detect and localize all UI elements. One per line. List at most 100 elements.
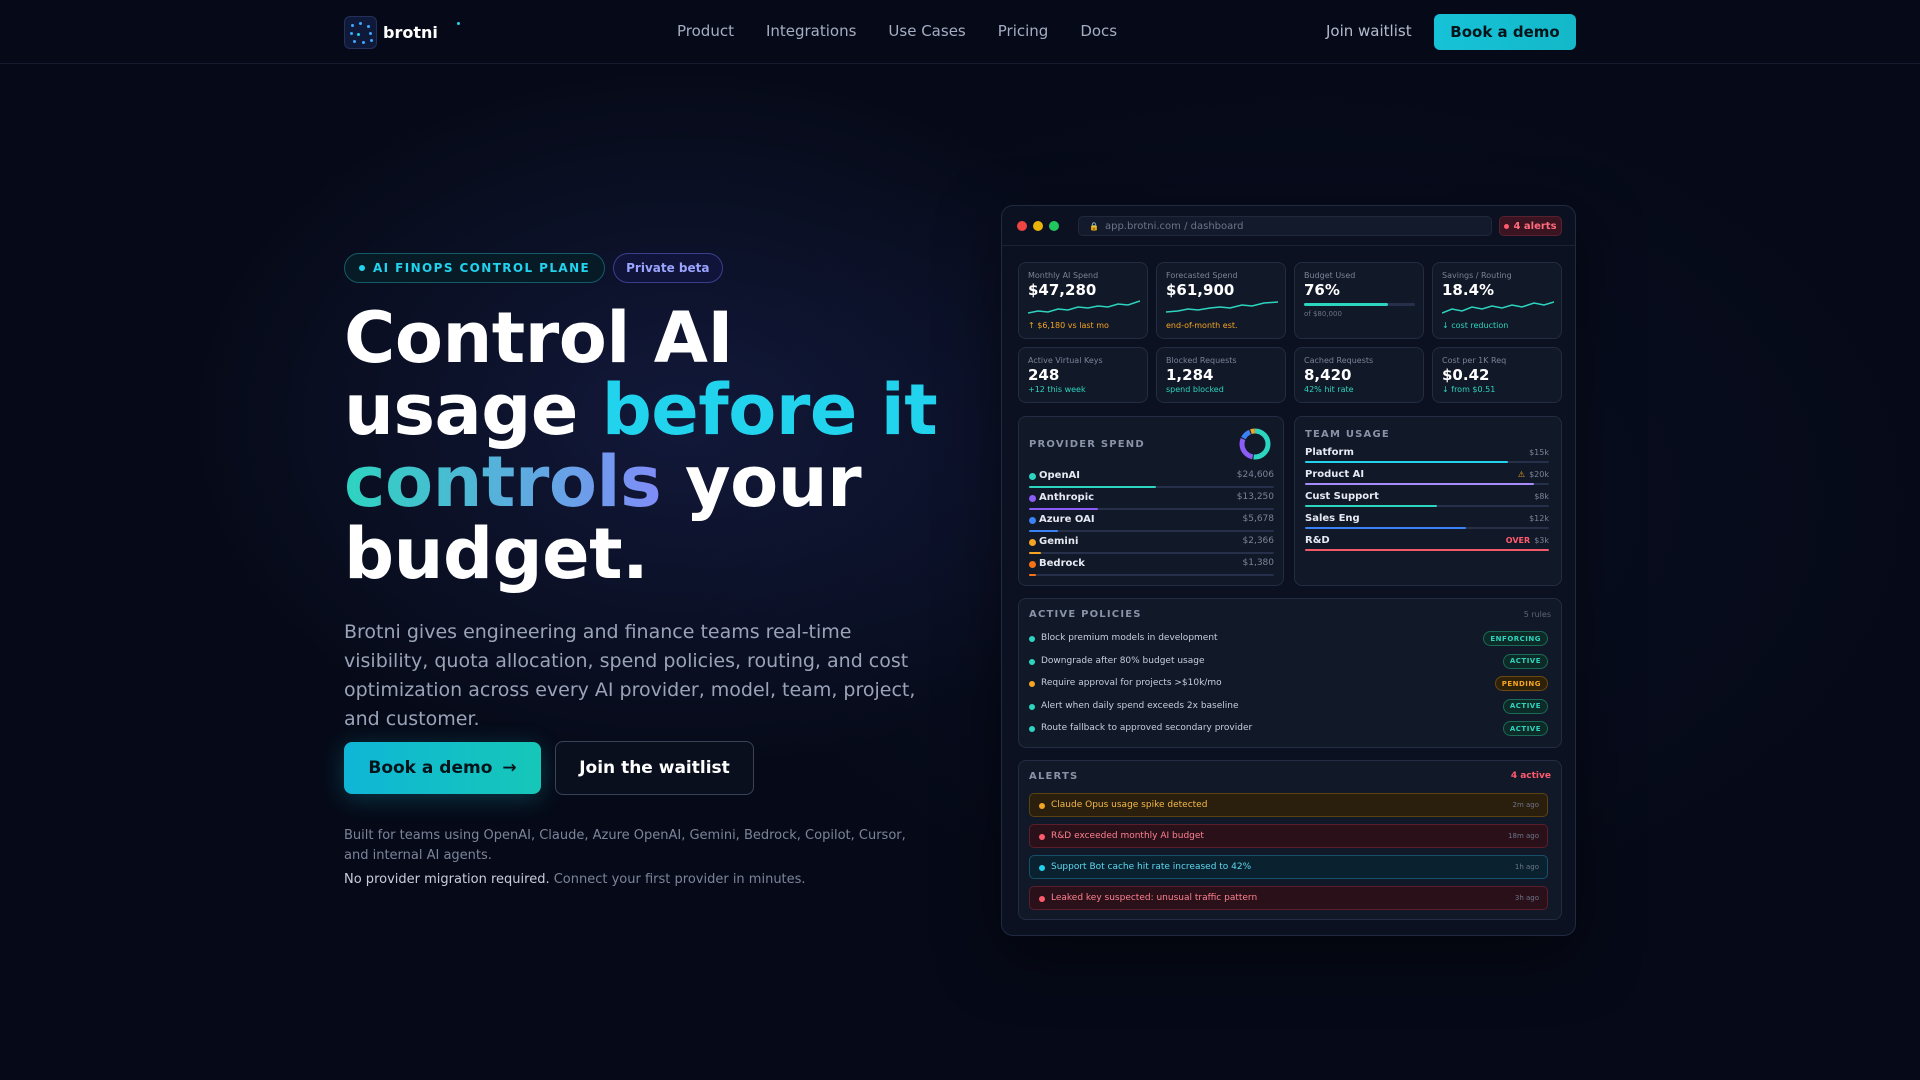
- provider-color-dot: [1029, 517, 1036, 524]
- provider-bar-fill: [1029, 552, 1042, 554]
- team-amount: $12k: [1525, 514, 1549, 523]
- kpi-label: Savings / Routing: [1442, 271, 1512, 280]
- team-row[interactable]: Sales Eng $12k: [1305, 513, 1549, 535]
- provider-name: OpenAI: [1039, 470, 1081, 481]
- nav-link-use-cases[interactable]: Use Cases: [888, 22, 965, 40]
- headline-part: usage: [344, 369, 602, 451]
- kpi-card: Forecasted Spend $61,900 end-of-month es…: [1156, 262, 1286, 339]
- kpi-card: Budget Used 76% of $80,000: [1294, 262, 1424, 339]
- provider-row[interactable]: Gemini $2,366: [1029, 535, 1274, 557]
- alert-text: R&D exceeded monthly AI budget: [1051, 831, 1204, 841]
- provider-row[interactable]: Anthropic $13,250: [1029, 491, 1274, 513]
- team-row[interactable]: R&D OVER $3k: [1305, 535, 1549, 557]
- alert-row[interactable]: Leaked key suspected: unusual traffic pa…: [1029, 886, 1548, 910]
- budget-progress-fill: [1304, 303, 1389, 306]
- nav-link-pricing[interactable]: Pricing: [998, 22, 1049, 40]
- team-amount: $15k: [1525, 448, 1549, 457]
- provider-bar-fill: [1029, 574, 1037, 576]
- alert-time: 18m ago: [1508, 832, 1539, 840]
- kpi-card: Cost per 1K Req $0.42 ↓ from $0.51: [1432, 347, 1562, 403]
- provider-row[interactable]: Bedrock $1,380: [1029, 557, 1274, 579]
- policy-status-dot: [1029, 636, 1035, 642]
- team-usage-title: TEAM USAGE: [1305, 429, 1390, 440]
- policy-status-dot: [1029, 681, 1035, 687]
- team-warning: ⚠: [1517, 470, 1526, 479]
- budget-progress-track: [1304, 303, 1415, 306]
- team-row[interactable]: Platform $15k: [1305, 447, 1549, 469]
- provider-name: Bedrock: [1039, 558, 1085, 569]
- kpi-card: Savings / Routing 18.4% ↓ cost reduction: [1432, 262, 1562, 339]
- alert-dot-icon: [1039, 803, 1045, 809]
- kpi-value: 76%: [1304, 281, 1340, 299]
- nav-book-demo-button[interactable]: Book a demo: [1434, 14, 1576, 50]
- beta-badge: Private beta: [613, 253, 723, 283]
- address-bar: 🔒 app.brotni.com / dashboard: [1078, 216, 1492, 236]
- alert-row[interactable]: Claude Opus usage spike detected 2m ago: [1029, 793, 1548, 817]
- alert-text: Support Bot cache hit rate increased to …: [1051, 862, 1252, 872]
- alerts-pill-label: 4 alerts: [1513, 220, 1557, 232]
- provider-row[interactable]: OpenAI $24,606: [1029, 469, 1274, 491]
- headline-highlight: before it: [601, 369, 938, 451]
- policy-row[interactable]: Block premium models in development ENFOR…: [1029, 631, 1548, 649]
- alerts-pill[interactable]: 4 alerts: [1499, 216, 1562, 236]
- hero-headline: Control AI usage before it controls your…: [344, 302, 944, 590]
- team-row[interactable]: Product AI ⚠ $20k: [1305, 469, 1549, 491]
- kpi-value: $61,900: [1166, 281, 1235, 299]
- provider-amount: $1,380: [1242, 558, 1275, 568]
- policy-text: Route fallback to approved secondary pro…: [1041, 723, 1253, 733]
- no-migration-strong: No provider migration required.: [344, 872, 550, 887]
- logo-mark-icon: [344, 16, 377, 49]
- alert-row[interactable]: Support Bot cache hit rate increased to …: [1029, 855, 1548, 879]
- category-badge: AI FINOPS CONTROL PLANE: [344, 253, 606, 283]
- provider-row[interactable]: Azure OAI $5,678: [1029, 513, 1274, 535]
- policy-row[interactable]: Downgrade after 80% budget usage ACTIVE: [1029, 653, 1548, 672]
- team-usage-panel: TEAM USAGE Platform $15k Product AI ⚠ $20k Cu…: [1294, 416, 1562, 586]
- alert-row[interactable]: R&D exceeded monthly AI budget 18m ago: [1029, 824, 1548, 848]
- team-row[interactable]: Cust Support $8k: [1305, 491, 1549, 513]
- kpi-value: 1,284: [1166, 366, 1214, 384]
- provider-name: Gemini: [1039, 536, 1079, 547]
- alert-text: Claude Opus usage spike detected: [1051, 800, 1208, 810]
- team-warning: OVER: [1505, 536, 1531, 545]
- kpi-label: Monthly AI Spend: [1028, 271, 1099, 280]
- headline-part: Control AI: [344, 297, 733, 379]
- kpi-sub: spend blocked: [1166, 385, 1224, 394]
- team-name: Sales Eng: [1305, 513, 1360, 524]
- team-amount-value: $3k: [1534, 536, 1549, 545]
- policy-row[interactable]: Alert when daily spend exceeds 2x baseli…: [1029, 698, 1548, 717]
- provider-color-dot: [1029, 473, 1036, 480]
- team-bar-fill: [1305, 483, 1535, 485]
- nav-link-product[interactable]: Product: [677, 22, 734, 40]
- join-waitlist-link[interactable]: Join waitlist: [1326, 22, 1412, 40]
- alert-text: Leaked key suspected: unusual traffic pa…: [1051, 893, 1258, 903]
- kpi-sub: ↓ cost reduction: [1442, 321, 1509, 330]
- provider-spend-title: PROVIDER SPEND: [1029, 439, 1145, 450]
- kpi-label: Blocked Requests: [1166, 356, 1237, 365]
- kpi-card: Blocked Requests 1,284 spend blocked: [1156, 347, 1286, 403]
- hero-join-waitlist-button[interactable]: Join the waitlist: [555, 741, 754, 795]
- policy-text: Downgrade after 80% budget usage: [1041, 655, 1205, 666]
- nav-links: Product Integrations Use Cases Pricing D…: [677, 22, 1117, 40]
- arrow-right-icon: →: [502, 758, 517, 778]
- kpi-value: $0.42: [1442, 366, 1490, 384]
- nav-link-docs[interactable]: Docs: [1080, 22, 1117, 40]
- kpi-value: 248: [1028, 366, 1060, 384]
- kpi-label: Budget Used: [1304, 271, 1356, 280]
- policy-row[interactable]: Route fallback to approved secondary pro…: [1029, 721, 1548, 739]
- brand-logo[interactable]: brotni: [344, 16, 438, 49]
- policy-status-dot: [1029, 726, 1035, 732]
- policy-status-badge: ACTIVE: [1502, 721, 1548, 736]
- sparkline: [1442, 301, 1554, 314]
- nav-link-integrations[interactable]: Integrations: [766, 22, 856, 40]
- policy-text: Alert when daily spend exceeds 2x baseli…: [1041, 700, 1239, 711]
- policies-panel: ACTIVE POLICIES 5 rules Block premium mo…: [1018, 598, 1562, 748]
- hero-book-demo-button[interactable]: Book a demo →: [344, 742, 541, 794]
- policy-row[interactable]: Require approval for projects >$10k/mo PE…: [1029, 676, 1548, 694]
- team-bar-fill: [1305, 505, 1437, 507]
- provider-amount: $2,366: [1242, 536, 1275, 546]
- policy-status-badge: ACTIVE: [1502, 653, 1548, 669]
- alert-dot-icon: [1039, 834, 1045, 840]
- kpi-value: 8,420: [1304, 366, 1352, 384]
- sparkline: [1028, 300, 1140, 314]
- policy-status-badge: PENDING: [1494, 676, 1548, 691]
